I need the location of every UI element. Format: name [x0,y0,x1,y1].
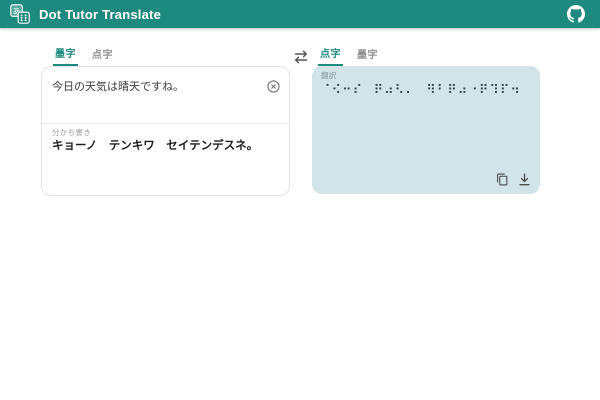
app-header: あ Dot Tutor Translate [0,0,600,28]
github-icon [567,5,585,23]
source-input-row: 今日の天気は晴天ですね。 [42,67,289,94]
source-card: 今日の天気は晴天ですね。 分かち書き キョーノ テンキワ セイテンデスネ。 [41,66,290,196]
translate-braille-logo-icon: あ [10,4,30,24]
braille-output-text: ⠈⠪⠒⠎⠀⠟⠴⠣⠄⠀⠻⠃⠟⠴⠐⠟⠹⠏⠲ [321,83,532,99]
download-icon [518,173,531,186]
app-title: Dot Tutor Translate [39,7,161,22]
copy-icon [496,173,509,186]
tab-source-tenji[interactable]: 点字 [90,49,115,66]
clear-circle-icon [267,80,280,93]
output-card: 翻訳 ⠈⠪⠒⠎⠀⠟⠴⠣⠄⠀⠻⠃⠟⠴⠐⠟⠹⠏⠲ [312,66,540,194]
swap-horizontal-icon [293,50,309,64]
tab-output-sumiji[interactable]: 墨字 [355,49,380,66]
tab-source-sumiji[interactable]: 墨字 [53,49,78,66]
github-link[interactable] [566,5,585,24]
tab-output-tenji[interactable]: 点字 [318,49,343,66]
output-tabs: 点字 墨字 [318,49,380,66]
card-divider [42,123,289,124]
copy-button[interactable] [496,173,509,186]
output-actions [496,173,531,186]
source-tabs: 墨字 点字 [53,49,115,66]
clear-input-button[interactable] [267,80,280,93]
source-text-input[interactable]: 今日の天気は晴天ですね。 [52,80,267,94]
swap-direction-button[interactable] [293,50,309,67]
download-button[interactable] [518,173,531,186]
segmentation-text: キョーノ テンキワ セイテンデスネ。 [52,137,258,153]
translation-label: 翻訳 [321,70,532,81]
